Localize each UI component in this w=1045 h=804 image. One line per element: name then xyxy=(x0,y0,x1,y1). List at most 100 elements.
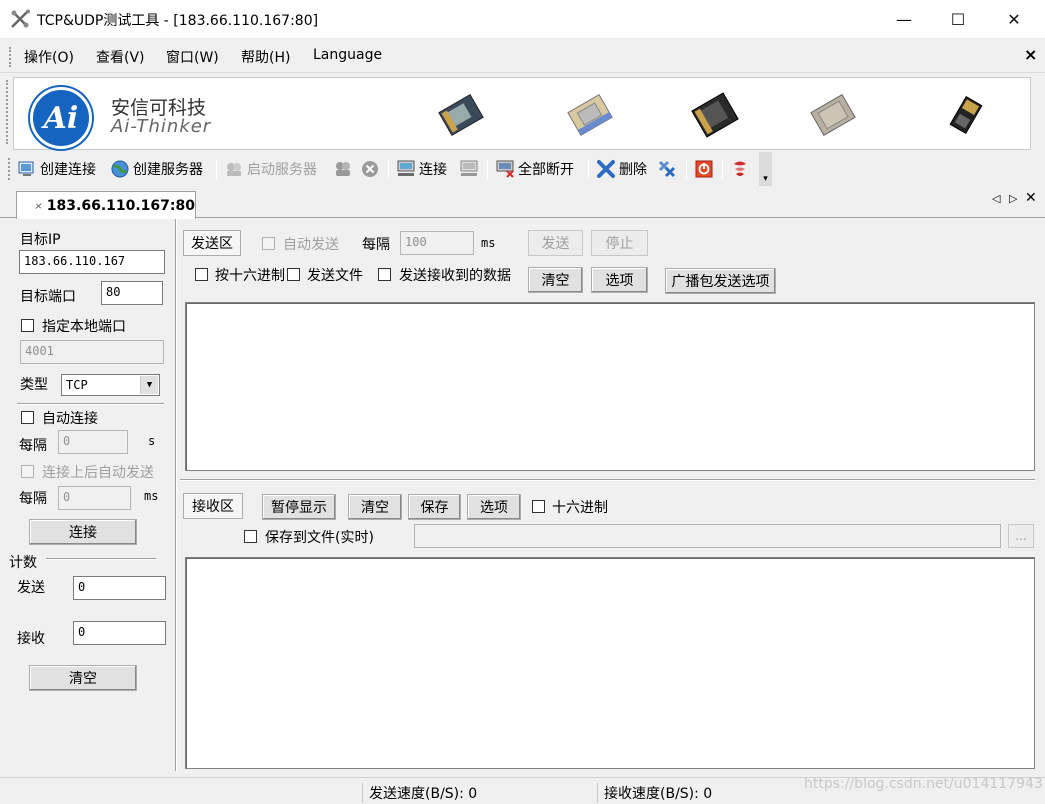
interval2-unit: ms xyxy=(144,489,159,503)
auto-connect-interval-input[interactable]: 0 xyxy=(58,430,128,454)
pause-display-button[interactable]: 暂停显示 xyxy=(262,494,336,520)
receive-options-button[interactable]: 选项 xyxy=(467,494,521,520)
send-button[interactable]: 发送 xyxy=(528,230,583,256)
receive-textarea[interactable] xyxy=(185,557,1035,769)
send-received-label: 发送接收到的数据 xyxy=(399,268,511,284)
delete-button[interactable]: 删除 xyxy=(596,156,647,182)
disconnect-all-label: 全部断开 xyxy=(518,162,574,178)
auto-connect-label: 自动连接 xyxy=(42,411,98,427)
interval2-label: 每隔 xyxy=(19,491,47,507)
start-server-button[interactable]: 启动服务器 xyxy=(224,156,317,182)
send-textarea[interactable] xyxy=(185,302,1035,471)
receive-save-button[interactable]: 保存 xyxy=(408,494,461,520)
disconnect-all-icon xyxy=(496,160,514,178)
divider xyxy=(17,403,164,405)
maximize-button[interactable]: ☐ xyxy=(935,0,981,38)
clear-count-button[interactable]: 清空 xyxy=(29,665,137,691)
dropdown-arrow-icon[interactable]: ▼ xyxy=(140,376,158,394)
local-port-input[interactable]: 4001 xyxy=(20,340,164,364)
window-title: TCP&UDP测试工具 - [183.66.110.167:80] xyxy=(37,13,319,29)
send-received-checkbox[interactable] xyxy=(378,268,391,281)
target-ip-label: 目标IP xyxy=(20,232,61,248)
users-icon xyxy=(336,162,350,176)
help-tool-button[interactable] xyxy=(730,156,753,182)
send-area-label: 发送区 xyxy=(183,230,241,256)
globe-icon xyxy=(111,160,129,178)
auto-send-checkbox[interactable] xyxy=(262,237,275,250)
minimize-button[interactable]: — xyxy=(881,0,927,38)
send-clear-button[interactable]: 清空 xyxy=(528,267,583,293)
target-port-input[interactable]: 80 xyxy=(101,281,163,305)
menu-operate[interactable]: 操作(O) xyxy=(24,47,74,67)
delete-label: 删除 xyxy=(619,162,647,178)
recv-count-field: 0 xyxy=(73,621,166,645)
disconnect-all-button[interactable]: 全部断开 xyxy=(495,156,574,182)
create-connection-button[interactable]: 创建连接 xyxy=(17,156,96,182)
create-server-button[interactable]: 创建服务器 xyxy=(110,156,203,182)
stop-circle-icon xyxy=(362,161,378,177)
recv-speed-status: 接收速度(B/S): 0 xyxy=(597,783,712,803)
close-window-button[interactable]: ✕ xyxy=(991,0,1037,38)
toolbar-separator xyxy=(487,159,488,179)
toolbar-grip[interactable] xyxy=(8,158,12,180)
ai-thinker-logo: Ai xyxy=(30,87,92,149)
watermark-text: https://blog.csdn.net/u014117943 xyxy=(804,776,1043,792)
send-options-button[interactable]: 选项 xyxy=(591,267,648,293)
send-interval-unit: ms xyxy=(481,236,496,250)
delete-x-icon xyxy=(597,160,615,178)
auto-send-after-connect-label: 连接上后自动发送 xyxy=(42,465,154,481)
receive-clear-button[interactable]: 清空 xyxy=(348,494,402,520)
delete-all-icon xyxy=(658,160,676,178)
menu-help[interactable]: 帮助(H) xyxy=(241,47,290,67)
auto-send-label: 自动发送 xyxy=(283,237,339,253)
tab-connection[interactable]: 183.66.110.167:80 xyxy=(16,191,196,219)
power-icon xyxy=(695,160,713,178)
send-count-label: 发送 xyxy=(17,580,45,596)
type-select[interactable]: TCP ▼ xyxy=(61,374,160,396)
receive-hex-label: 十六进制 xyxy=(552,500,608,516)
auto-send-after-connect-checkbox[interactable] xyxy=(21,465,34,478)
save-file-path-input[interactable] xyxy=(414,524,1001,548)
connect-button-main[interactable]: 连接 xyxy=(29,519,137,545)
delete-all-button[interactable] xyxy=(657,156,680,182)
banner-grip xyxy=(6,80,10,144)
toolbar-overflow-button[interactable]: ▾ xyxy=(759,152,772,186)
tab-close-icon[interactable]: ✕ xyxy=(1025,190,1037,206)
interval-label: 每隔 xyxy=(19,438,47,454)
auto-send-interval-input[interactable]: 0 xyxy=(58,486,131,510)
module-image xyxy=(691,92,739,138)
brand-banner: Ai 安信可科技 Ai-Thinker xyxy=(13,77,1031,150)
save-to-file-checkbox[interactable] xyxy=(244,530,257,543)
receive-hex-checkbox[interactable] xyxy=(532,500,545,513)
send-file-checkbox[interactable] xyxy=(287,268,300,281)
create-server-label: 创建服务器 xyxy=(133,162,203,178)
target-ip-input[interactable]: 183.66.110.167 xyxy=(19,250,165,274)
server-icon xyxy=(227,163,241,176)
send-count-field: 0 xyxy=(73,576,166,600)
start-server-label: 启动服务器 xyxy=(247,162,317,178)
browse-file-button[interactable]: ... xyxy=(1008,524,1034,548)
count-title: 计数 xyxy=(9,555,37,571)
menu-window[interactable]: 窗口(W) xyxy=(166,47,219,67)
send-interval-input[interactable]: 100 xyxy=(400,231,474,255)
disconnect-button[interactable] xyxy=(459,156,482,182)
menu-language[interactable]: Language xyxy=(313,47,382,63)
menu-grip[interactable] xyxy=(9,47,13,67)
tab-prev-icon[interactable]: ◁ xyxy=(992,192,1000,205)
mdi-close-icon[interactable]: × xyxy=(1024,45,1037,64)
tab-next-icon[interactable]: ▷ xyxy=(1009,192,1017,205)
stop-send-button[interactable]: 停止 xyxy=(591,230,648,256)
local-port-checkbox[interactable] xyxy=(21,319,34,332)
menu-view[interactable]: 查看(V) xyxy=(96,47,145,67)
power-button[interactable] xyxy=(694,156,717,182)
divider xyxy=(180,479,1035,481)
auto-connect-checkbox[interactable] xyxy=(21,411,34,424)
toolbar-separator xyxy=(588,159,589,179)
server-users-button[interactable] xyxy=(333,156,356,182)
send-interval-label: 每隔 xyxy=(362,237,390,253)
send-hex-checkbox[interactable] xyxy=(195,268,208,281)
stop-button[interactable] xyxy=(360,156,383,182)
connect-button[interactable]: 连接 xyxy=(396,156,447,182)
broadcast-options-button[interactable]: 广播包发送选项 xyxy=(665,268,776,294)
connect-label: 连接 xyxy=(419,162,447,178)
